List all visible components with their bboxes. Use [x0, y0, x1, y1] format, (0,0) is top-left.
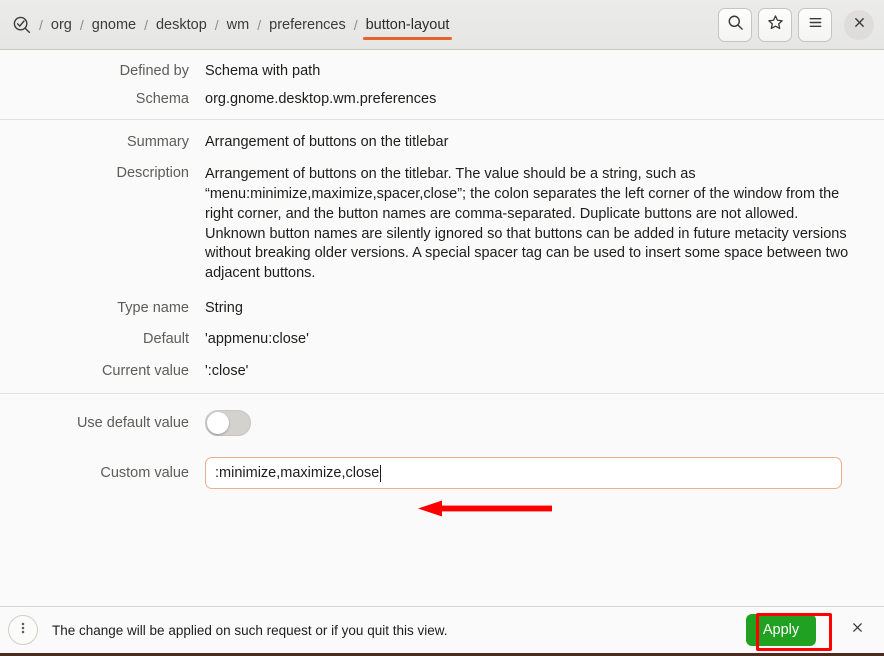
hamburger-menu-icon [807, 14, 824, 36]
breadcrumb-item-org[interactable]: org [44, 0, 79, 50]
bookmark-button[interactable] [758, 7, 792, 42]
apply-button[interactable]: Apply [746, 614, 816, 646]
dconf-editor-window: / org / gnome / desktop / wm / preferenc… [0, 0, 884, 656]
action-bar: The change will be applied on such reque… [0, 606, 884, 656]
custom-value-text: :minimize,maximize,close [215, 465, 380, 482]
description-label: Description [116, 165, 189, 181]
text-cursor [380, 464, 382, 482]
menu-button[interactable] [798, 7, 832, 42]
default-value: 'appmenu:close' [205, 331, 309, 348]
row-current-value: Current value ':close' [0, 363, 884, 379]
custom-value-label: Custom value [100, 465, 189, 482]
defined-by-label: Defined by [119, 63, 189, 79]
annotation-arrow [418, 500, 552, 517]
defined-by-value: Schema with path [205, 63, 321, 79]
schema-value: org.gnome.desktop.wm.preferences [205, 91, 437, 107]
key-details-pane: Defined by Schema with path Schema org.g… [0, 50, 884, 606]
row-default: Default 'appmenu:close' [0, 331, 884, 347]
close-icon [851, 621, 864, 639]
breadcrumb-item-gnome[interactable]: gnome [85, 0, 143, 50]
search-button[interactable] [718, 7, 752, 42]
toggle-knob [207, 412, 229, 435]
star-icon [767, 14, 784, 36]
more-options-button[interactable] [8, 615, 38, 645]
breadcrumb-item-preferences[interactable]: preferences [262, 0, 353, 50]
schema-label: Schema [135, 91, 189, 107]
key-editor-group: Use default value Custom value :minimize… [0, 394, 884, 500]
current-value-value: ':close' [205, 363, 249, 380]
breadcrumb-item-button-layout[interactable]: button-layout [359, 0, 457, 50]
row-schema: Schema org.gnome.desktop.wm.preferences [0, 91, 884, 107]
row-description: Description Arrangement of buttons on th… [0, 165, 884, 284]
default-label: Default [143, 331, 189, 348]
breadcrumb-item-wm[interactable]: wm [220, 0, 257, 50]
breadcrumb[interactable]: / org / gnome / desktop / wm / preferenc… [36, 0, 712, 50]
row-defined-by: Defined by Schema with path [0, 63, 884, 79]
summary-value: Arrangement of buttons on the titlebar [205, 134, 449, 150]
row-summary: Summary Arrangement of buttons on the ti… [0, 134, 884, 150]
row-type-name: Type name String [0, 300, 884, 316]
use-default-value-label: Use default value [76, 415, 189, 432]
custom-value-input[interactable]: :minimize,maximize,close [205, 457, 842, 490]
search-icon [727, 14, 744, 36]
type-name-label: Type name [117, 300, 189, 317]
description-value: Arrangement of buttons on the titlebar. … [205, 166, 849, 282]
status-message: The change will be applied on such reque… [52, 622, 448, 638]
header-bar: / org / gnome / desktop / wm / preferenc… [0, 0, 884, 50]
summary-label: Summary [126, 134, 189, 150]
dismiss-action-bar-button[interactable] [846, 619, 868, 641]
row-custom-value: Custom value :minimize,maximize,close [0, 457, 884, 490]
key-origin-group: Defined by Schema with path Schema org.g… [0, 50, 884, 119]
window-close-button[interactable] [844, 9, 874, 40]
close-icon [853, 16, 866, 34]
key-info-group: Summary Arrangement of buttons on the ti… [0, 120, 884, 393]
header-actions [718, 7, 874, 42]
vertical-dots-icon [16, 620, 30, 641]
search-check-icon [8, 11, 36, 39]
use-default-value-toggle[interactable] [205, 410, 251, 437]
type-name-value: String [205, 300, 243, 317]
current-value-label: Current value [101, 363, 189, 380]
row-use-default-value: Use default value [0, 410, 884, 437]
breadcrumb-item-desktop[interactable]: desktop [149, 0, 214, 50]
